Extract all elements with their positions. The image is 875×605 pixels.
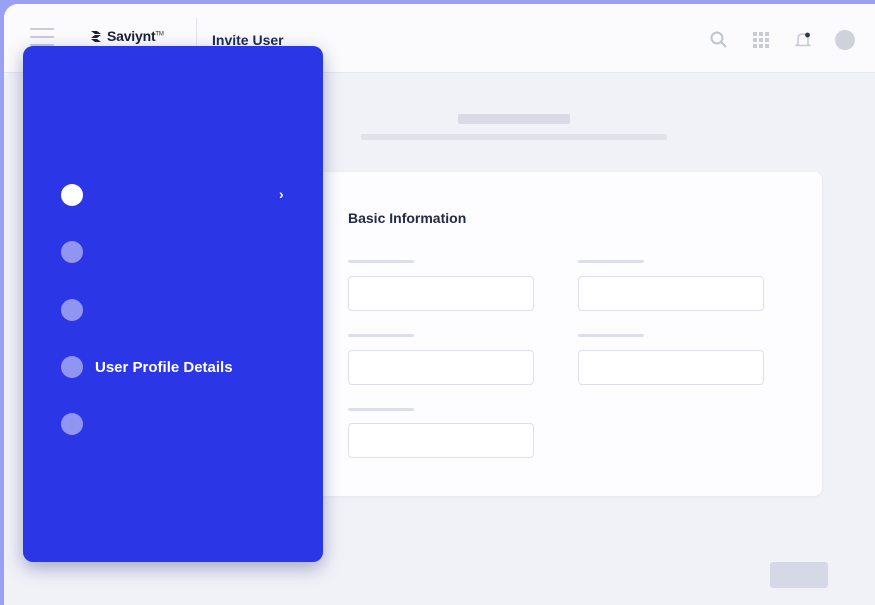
step-indicator[interactable] (61, 413, 83, 435)
field-label-placeholder (578, 334, 644, 337)
text-field-2[interactable] (578, 276, 764, 311)
text-field-3[interactable] (348, 350, 534, 385)
brand-name: SaviyntTM (107, 28, 164, 44)
apps-grid-icon[interactable] (751, 30, 771, 50)
page-title-placeholder (458, 114, 570, 124)
step-indicator[interactable] (61, 299, 83, 321)
step-2[interactable] (61, 241, 95, 263)
step-3[interactable] (61, 299, 95, 321)
top-actions (709, 30, 855, 50)
step-indicator[interactable] (61, 241, 83, 263)
search-icon[interactable] (709, 30, 729, 50)
text-field-5[interactable] (348, 423, 534, 458)
step-indicator[interactable] (61, 356, 83, 378)
page-subtitle-placeholder (361, 134, 667, 140)
step-label: User Profile Details (95, 358, 233, 376)
field-label-placeholder (348, 408, 414, 411)
text-field-1[interactable] (348, 276, 534, 311)
user-avatar[interactable] (835, 30, 855, 50)
field-label-placeholder (348, 260, 414, 263)
notification-bell-icon[interactable] (793, 30, 813, 50)
chevron-right-icon[interactable]: › (279, 186, 284, 202)
step-5[interactable] (61, 413, 95, 435)
section-title: Basic Information (348, 210, 467, 226)
saviynt-logo-icon (91, 31, 101, 42)
next-button[interactable] (770, 562, 828, 588)
menu-icon[interactable] (30, 28, 54, 46)
basic-information-card: Basic Information (310, 172, 822, 496)
stepper-panel: › User Profile Details (23, 46, 323, 562)
text-field-4[interactable] (578, 350, 764, 385)
step-4-user-profile-details[interactable]: User Profile Details (61, 356, 233, 378)
brand-logo: SaviyntTM (89, 28, 164, 44)
field-label-placeholder (348, 334, 414, 337)
step-indicator-active[interactable] (61, 184, 83, 206)
app-window: SaviyntTM Invite User Basic Information … (4, 4, 875, 605)
step-1[interactable] (61, 184, 95, 206)
field-label-placeholder (578, 260, 644, 263)
